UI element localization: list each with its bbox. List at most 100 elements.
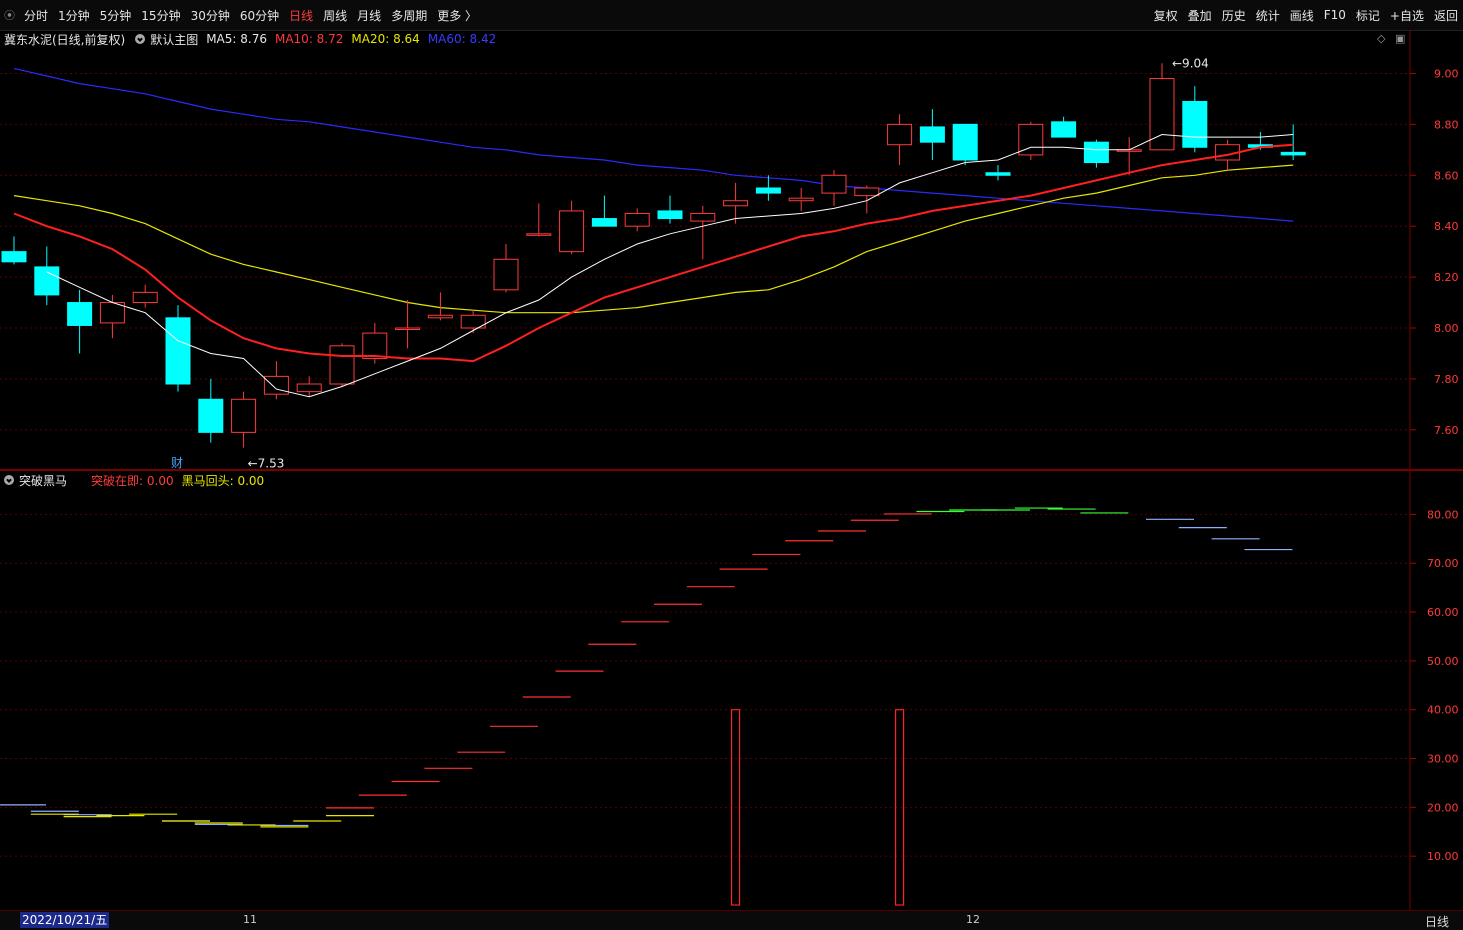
pane-controls: ◇ ▣ [1377, 32, 1405, 45]
signal-bar [894, 709, 905, 906]
ma20-line [13, 164, 1294, 314]
candle-body [723, 200, 749, 207]
candle-body [526, 233, 552, 236]
price-axis: 9.00 8.80 8.60 8.40 8.20 8.00 7.80 7.60 80.00 70.… [1410, 67, 1459, 863]
candle-body [591, 218, 617, 227]
candle-body [1083, 141, 1109, 164]
candle-body [1116, 149, 1142, 152]
back-button[interactable]: 返回 [1429, 7, 1463, 24]
indicator-tick-label: 70.00 [1427, 557, 1459, 570]
candle-body [952, 123, 978, 161]
tab-fenshi[interactable]: 分时 [19, 7, 53, 24]
candle-body [1, 251, 27, 263]
candle-body [559, 210, 585, 253]
tab-15min[interactable]: 15分钟 [136, 7, 185, 24]
candle-body [263, 375, 289, 395]
tab-30min[interactable]: 30分钟 [186, 7, 235, 24]
indicator-name[interactable]: 突破黑马 [19, 472, 91, 489]
candle-body [362, 332, 388, 360]
candle-body [1247, 144, 1273, 148]
draw-button[interactable]: 画线 [1285, 7, 1319, 24]
history-button[interactable]: 历史 [1217, 7, 1251, 24]
tab-5min[interactable]: 5分钟 [95, 7, 137, 24]
price-tick-label: 8.60 [1434, 169, 1459, 182]
candle-body [887, 123, 913, 146]
main-chart-header: 冀东水泥(日线,前复权) 默认主图 MA5: 8.76 MA10: 8.72 M… [0, 30, 504, 48]
candle-body [788, 197, 814, 202]
indicator-tick-label: 30.00 [1427, 753, 1459, 766]
candle-body [854, 187, 880, 197]
signal-bar [730, 709, 741, 906]
candle-body [427, 314, 453, 319]
candle-body [296, 383, 322, 393]
candle-body [821, 174, 847, 194]
fuquan-button[interactable]: 复权 [1149, 7, 1183, 24]
high-price-label: ←9.04 [1172, 56, 1209, 70]
tab-monthly[interactable]: 月线 [352, 7, 386, 24]
indicator-tick-label: 80.00 [1427, 508, 1459, 521]
candle-body [395, 327, 421, 330]
indicator-tick-label: 60.00 [1427, 606, 1459, 619]
template-label[interactable]: 默认主图 [150, 31, 206, 48]
tab-multi-period[interactable]: 多周期 [386, 7, 432, 24]
candle-body [690, 212, 716, 222]
tab-daily[interactable]: 日线 [284, 7, 318, 24]
candle-body [67, 302, 93, 326]
f10-button[interactable]: F10 [1319, 8, 1351, 22]
ma60-line [13, 67, 1294, 222]
price-tick-label: 7.80 [1434, 373, 1459, 386]
cursor-date: 2022/10/21/五 [20, 912, 110, 928]
finance-marker: 财 [171, 456, 183, 470]
low-price-label: ←7.53 [248, 457, 285, 471]
candle-body [1051, 121, 1077, 138]
candle-body [132, 291, 158, 304]
candle-body [493, 258, 519, 291]
collapse-icon[interactable]: ⦿ [0, 7, 19, 23]
mark-button[interactable]: 标记 [1351, 7, 1385, 24]
tab-weekly[interactable]: 周线 [318, 7, 352, 24]
tab-more[interactable]: 更多 〉 [432, 7, 482, 24]
candle-body [1149, 78, 1175, 151]
candle-body [624, 212, 650, 227]
indicator-tick-label: 20.00 [1427, 801, 1459, 814]
tab-1min[interactable]: 1分钟 [53, 7, 95, 24]
ma10-line [13, 143, 1294, 363]
candle-body [919, 126, 945, 143]
indicator-tick-label: 10.00 [1427, 850, 1459, 863]
period-tabs: ⦿ 分时 1分钟 5分钟 15分钟 30分钟 60分钟 日线 周线 月线 多周期… [0, 0, 482, 30]
candle-body [231, 398, 257, 433]
indicator-chart [0, 507, 1293, 906]
indicator-tick-label: 40.00 [1427, 704, 1459, 717]
candle-body [1182, 100, 1208, 148]
price-tick-label: 9.00 [1434, 67, 1459, 80]
stats-button[interactable]: 统计 [1251, 7, 1285, 24]
maximize-icon[interactable]: ▣ [1395, 32, 1405, 45]
template-dropdown-icon[interactable] [135, 34, 146, 44]
period-indicator[interactable]: 日线 [1425, 913, 1449, 930]
candle-body [198, 398, 224, 433]
candle-body [1280, 151, 1306, 156]
candle-body [657, 210, 683, 220]
candle-body [460, 314, 486, 329]
ma10-value: MA10: 8.72 [274, 32, 344, 46]
indicator-dropdown-icon[interactable] [4, 475, 14, 485]
time-axis-bar: 2022/10/21/五 11 12 日线 [0, 910, 1463, 930]
overlay-button[interactable]: 叠加 [1183, 7, 1217, 24]
indicator-value-2: 黑马回头: 0.00 [181, 473, 265, 488]
stock-title: 冀东水泥(日线,前复权) [4, 32, 126, 47]
add-watchlist-button[interactable]: +自选 [1385, 7, 1429, 24]
price-tick-label: 8.80 [1434, 118, 1459, 131]
price-tick-label: 8.40 [1434, 220, 1459, 233]
indicator-value-1: 突破在即: 0.00 [91, 473, 174, 488]
tool-buttons: 复权 叠加 历史 统计 画线 F10 标记 +自选 返回 [1149, 0, 1463, 30]
ma5-line [46, 133, 1294, 398]
tab-60min[interactable]: 60分钟 [235, 7, 284, 24]
candle-body [165, 317, 191, 385]
diamond-icon[interactable]: ◇ [1377, 32, 1385, 45]
candle-body [1018, 123, 1044, 156]
indicator-header: 突破黑马 突破在即: 0.00 黑马回头: 0.00 [0, 471, 272, 489]
grid-layer [0, 30, 1463, 910]
month-label-nov: 11 [243, 913, 257, 926]
month-label-dec: 12 [966, 913, 980, 926]
price-tick-label: 8.20 [1434, 271, 1459, 284]
